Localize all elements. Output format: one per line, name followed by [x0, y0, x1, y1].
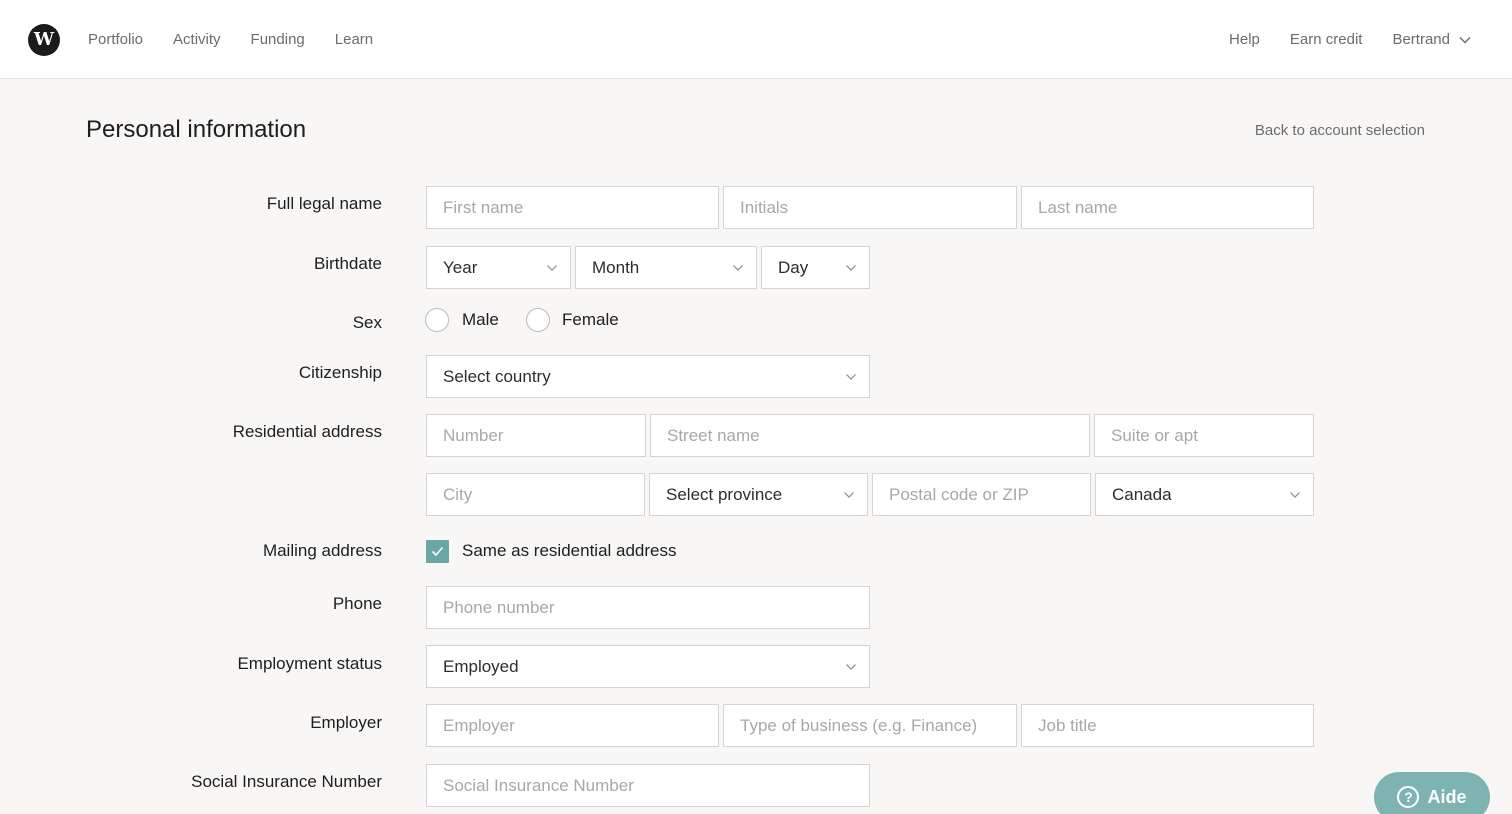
employment-status-label: Employment status	[237, 654, 382, 673]
first-name-input[interactable]: First name	[426, 186, 719, 229]
address-number-input[interactable]: Number	[426, 414, 646, 457]
top-navigation: W Portfolio Activity Funding Learn Help …	[0, 0, 1512, 79]
residential-address-label: Residential address	[232, 422, 382, 441]
mailing-address-label: Mailing address	[262, 541, 382, 560]
nav-help[interactable]: Help	[1229, 31, 1260, 48]
job-title-input[interactable]: Job title	[1021, 704, 1314, 747]
page-title: Personal information	[86, 116, 307, 143]
help-widget-button[interactable]: ? Aide	[1374, 772, 1490, 814]
country-value: Canada	[1112, 485, 1172, 504]
sex-female-label[interactable]: Female	[562, 310, 619, 330]
province-value: Select province	[666, 485, 783, 504]
province-select[interactable]: Select province	[649, 473, 868, 516]
citizenship-label: Citizenship	[298, 363, 382, 382]
birth-month-select[interactable]: Month	[575, 246, 757, 289]
phone-label: Phone	[332, 594, 382, 613]
last-name-input[interactable]: Last name	[1021, 186, 1314, 229]
suite-apt-input[interactable]: Suite or apt	[1094, 414, 1314, 457]
full-legal-name-label: Full legal name	[266, 194, 382, 213]
nav-earn-credit[interactable]: Earn credit	[1290, 31, 1363, 48]
back-to-account-selection-link[interactable]: Back to account selection	[1255, 122, 1425, 139]
phone-number-input[interactable]: Phone number	[426, 586, 870, 629]
chevron-down-icon	[733, 265, 743, 271]
secondary-nav: Help Earn credit Bertrand	[1229, 31, 1472, 48]
chevron-down-icon	[1290, 492, 1300, 498]
sex-female-radio[interactable]	[526, 308, 550, 332]
chevron-down-icon	[846, 664, 856, 670]
initials-input[interactable]: Initials	[723, 186, 1017, 229]
street-name-input[interactable]: Street name	[650, 414, 1090, 457]
same-as-residential-checkbox[interactable]	[426, 540, 449, 563]
chevron-down-icon	[547, 265, 557, 271]
sex-label: Sex	[352, 313, 382, 332]
country-select[interactable]: Canada	[1095, 473, 1314, 516]
nav-funding[interactable]: Funding	[251, 31, 305, 48]
chevron-down-icon	[844, 492, 854, 498]
question-mark-icon: ?	[1397, 786, 1420, 808]
business-type-input[interactable]: Type of business (e.g. Finance)	[723, 704, 1017, 747]
primary-nav: Portfolio Activity Funding Learn	[88, 31, 373, 48]
sex-male-label[interactable]: Male	[462, 310, 499, 330]
citizenship-value: Select country	[443, 367, 551, 386]
nav-activity[interactable]: Activity	[173, 31, 221, 48]
employment-status-value: Employed	[443, 657, 519, 676]
birth-day-value: Day	[778, 258, 809, 277]
sin-input[interactable]: Social Insurance Number	[426, 764, 870, 807]
nav-learn[interactable]: Learn	[335, 31, 373, 48]
employer-input[interactable]: Employer	[426, 704, 719, 747]
same-as-residential-label[interactable]: Same as residential address	[462, 541, 677, 561]
wealthsimple-logo-icon[interactable]: W	[28, 24, 60, 56]
postal-code-input[interactable]: Postal code or ZIP	[872, 473, 1091, 516]
birth-year-value: Year	[443, 258, 478, 277]
city-input[interactable]: City	[426, 473, 645, 516]
chevron-down-icon	[846, 265, 856, 271]
user-name: Bertrand	[1392, 31, 1450, 48]
birthdate-label: Birthdate	[313, 254, 382, 273]
birth-year-select[interactable]: Year	[426, 246, 571, 289]
checkmark-icon	[431, 546, 444, 557]
help-widget-label: Aide	[1427, 786, 1467, 807]
chevron-down-icon	[1459, 36, 1471, 43]
nav-portfolio[interactable]: Portfolio	[88, 31, 143, 48]
citizenship-select[interactable]: Select country	[426, 355, 870, 398]
employment-status-select[interactable]: Employed	[426, 645, 870, 688]
sex-male-radio[interactable]	[425, 308, 449, 332]
birth-month-value: Month	[592, 258, 640, 277]
employer-label: Employer	[310, 713, 382, 732]
birth-day-select[interactable]: Day	[761, 246, 870, 289]
chevron-down-icon	[846, 374, 856, 380]
user-menu[interactable]: Bertrand	[1392, 31, 1472, 48]
sin-label: Social Insurance Number	[191, 772, 382, 791]
